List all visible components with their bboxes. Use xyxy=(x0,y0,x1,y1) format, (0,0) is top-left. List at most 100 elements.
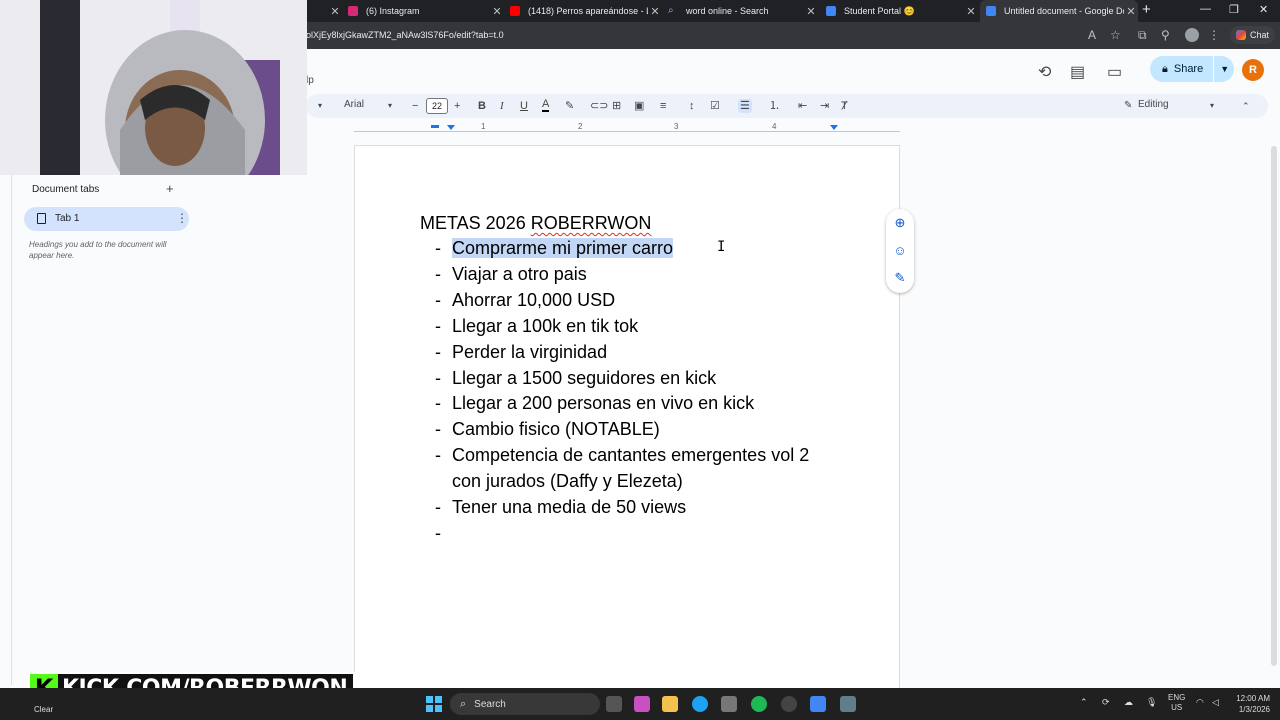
first-line-indent-handle[interactable] xyxy=(431,125,439,128)
close-icon[interactable]: ✕ xyxy=(1124,5,1138,18)
translate-icon[interactable]: A xyxy=(1088,28,1096,42)
window-close-button[interactable]: ✕ xyxy=(1259,3,1268,16)
font-family-select[interactable]: Arial xyxy=(344,99,364,110)
chevron-up-icon[interactable]: ⌃ xyxy=(1242,99,1250,113)
add-tab-button[interactable]: + xyxy=(166,181,174,196)
highlight-icon[interactable]: ✎ xyxy=(565,99,574,113)
spotify-icon[interactable] xyxy=(751,696,767,712)
right-indent-handle[interactable] xyxy=(830,125,838,130)
microphone-icon[interactable]: 🎙︎ xyxy=(1146,697,1157,708)
close-icon[interactable]: ✕ xyxy=(964,5,978,18)
chevron-down-icon[interactable]: ▾ xyxy=(1210,99,1214,113)
restore-button[interactable]: ❐ xyxy=(1229,3,1239,16)
list-item[interactable]: Competencia de cantantes emergentes vol … xyxy=(435,443,835,495)
bookmark-star-icon[interactable]: ☆ xyxy=(1110,28,1121,42)
list-item[interactable]: Perder la virginidad xyxy=(435,340,835,366)
clear-formatting-icon[interactable]: Ⱦ xyxy=(841,99,848,113)
numbered-list-icon[interactable]: ⒈ xyxy=(769,99,780,113)
weather-label[interactable]: Clear xyxy=(34,705,53,714)
decrease-font-size-button[interactable]: − xyxy=(412,99,418,113)
decrease-indent-icon[interactable]: ⇤ xyxy=(798,99,807,113)
link-icon[interactable]: ⊂⊃ xyxy=(590,99,608,113)
chevron-up-icon[interactable]: ⌃ xyxy=(1080,697,1088,708)
language-indicator[interactable]: ENG US xyxy=(1168,693,1185,713)
google-docs-icon[interactable] xyxy=(810,696,826,712)
url-field[interactable]: olXjEy8lxjGkawZTM2_aNAw3lS76Fo/edit?tab=… xyxy=(306,30,504,40)
vertical-scrollbar[interactable] xyxy=(1268,136,1280,686)
document-heading[interactable]: METAS 2026 ROBERRWON xyxy=(420,213,651,234)
close-icon[interactable]: ✕ xyxy=(804,5,818,18)
underline-button[interactable]: U xyxy=(520,99,528,113)
editing-mode-select[interactable]: Editing xyxy=(1138,99,1169,110)
scrollbar-thumb[interactable] xyxy=(1271,146,1277,666)
edge-icon[interactable] xyxy=(692,696,708,712)
new-tab-button[interactable]: + xyxy=(1142,1,1151,18)
list-item[interactable]: Viajar a otro pais xyxy=(435,262,835,288)
italic-button[interactable]: I xyxy=(500,99,504,113)
pin-icon[interactable]: ⚲ xyxy=(1161,28,1170,42)
start-button[interactable] xyxy=(426,696,442,712)
checklist-icon[interactable]: ☑ xyxy=(710,99,720,113)
task-view-icon[interactable] xyxy=(606,696,622,712)
align-icon[interactable]: ≡ xyxy=(660,99,666,113)
list-item[interactable]: Comprarme mi primer carro xyxy=(435,236,835,262)
tab-search[interactable]: ⌕ word online - Search ✕ xyxy=(662,0,818,22)
chat-button[interactable]: Chat xyxy=(1230,26,1276,44)
wifi-icon[interactable]: ◠ xyxy=(1196,697,1204,708)
calculator-icon[interactable] xyxy=(840,696,856,712)
sync-icon[interactable]: ⟳ xyxy=(1102,697,1110,708)
close-icon[interactable]: ✕ xyxy=(648,5,662,18)
tab-close-button[interactable]: ✕ xyxy=(328,0,340,22)
menu-dots-icon[interactable]: ⋮ xyxy=(1208,28,1220,42)
left-indent-handle[interactable] xyxy=(447,125,455,130)
list-item[interactable]: Llegar a 200 personas en vivo en kick xyxy=(435,391,835,417)
sidebar-item-tab-1[interactable]: Tab 1 ⋮ xyxy=(24,207,189,231)
file-explorer-icon[interactable] xyxy=(662,696,678,712)
avatar[interactable]: R xyxy=(1242,59,1264,81)
close-icon[interactable]: ✕ xyxy=(490,5,504,18)
menu-help[interactable]: lp xyxy=(306,75,314,86)
emoji-reaction-icon[interactable]: ☺ xyxy=(893,244,907,258)
add-comment-icon[interactable]: ⊕ xyxy=(893,216,907,230)
taskbar-search[interactable]: ⌕ Search xyxy=(450,693,600,715)
tab-youtube[interactable]: (1418) Perros apareándose - La m ✕ xyxy=(504,0,662,22)
chevron-down-icon[interactable]: ▾ xyxy=(388,99,392,113)
minimize-button[interactable]: — xyxy=(1200,3,1211,15)
document-page[interactable]: METAS 2026 ROBERRWON Comprarme mi primer… xyxy=(354,145,900,690)
list-item[interactable]: Cambio fisico (NOTABLE) xyxy=(435,417,835,443)
more-options-icon[interactable]: ⋮ xyxy=(176,211,188,225)
volume-icon[interactable]: ◁ xyxy=(1212,697,1219,708)
add-comment-icon[interactable]: ⊞ xyxy=(612,99,621,113)
suggest-edits-icon[interactable]: ✎ xyxy=(893,271,907,285)
system-clock[interactable]: 12:00 AM 1/3/2026 xyxy=(1228,693,1270,715)
list-item-text: Comprarme mi primer carro xyxy=(452,238,674,258)
obs-icon[interactable] xyxy=(781,696,797,712)
close-icon[interactable]: ✕ xyxy=(328,5,342,18)
increase-indent-icon[interactable]: ⇥ xyxy=(820,99,829,113)
increase-font-size-button[interactable]: + xyxy=(454,99,460,113)
meet-video-icon[interactable]: ▭ xyxy=(1107,62,1122,82)
text-color-button[interactable]: A xyxy=(542,99,550,112)
bulleted-list-icon[interactable]: ☰ xyxy=(738,99,752,113)
list-item[interactable]: Llegar a 100k en tik tok xyxy=(435,314,835,340)
list-item[interactable]: Tener una media de 50 views xyxy=(435,495,835,521)
chevron-down-icon[interactable]: ▾ xyxy=(318,99,322,113)
line-spacing-icon[interactable]: ↕ xyxy=(689,99,695,113)
comments-icon[interactable]: ▤ xyxy=(1070,62,1085,82)
copilot-icon[interactable] xyxy=(634,696,650,712)
insert-image-icon[interactable]: ▣ xyxy=(634,99,644,113)
cloud-icon[interactable]: ☁ xyxy=(1124,697,1133,708)
extensions-icon[interactable]: ⧉ xyxy=(1138,28,1147,43)
bold-button[interactable]: B xyxy=(478,99,486,113)
font-size-input[interactable]: 22 xyxy=(426,98,448,114)
list-item[interactable]: Llegar a 1500 seguidores en kick xyxy=(435,366,835,392)
profile-avatar[interactable] xyxy=(1185,28,1199,42)
tab-student-portal[interactable]: Student Portal 😊 ✕ xyxy=(820,0,978,22)
store-icon[interactable] xyxy=(721,696,737,712)
tab-instagram[interactable]: (6) Instagram ✕ xyxy=(342,0,504,22)
tab-google-docs[interactable]: Untitled document - Google Doc ✕ xyxy=(980,0,1138,22)
version-history-icon[interactable]: ⟲ xyxy=(1038,62,1051,82)
share-button[interactable]: 🔒︎ Share ▼ xyxy=(1150,56,1234,82)
list-item[interactable]: Ahorrar 10,000 USD xyxy=(435,288,835,314)
chevron-down-icon[interactable]: ▼ xyxy=(1220,64,1229,74)
